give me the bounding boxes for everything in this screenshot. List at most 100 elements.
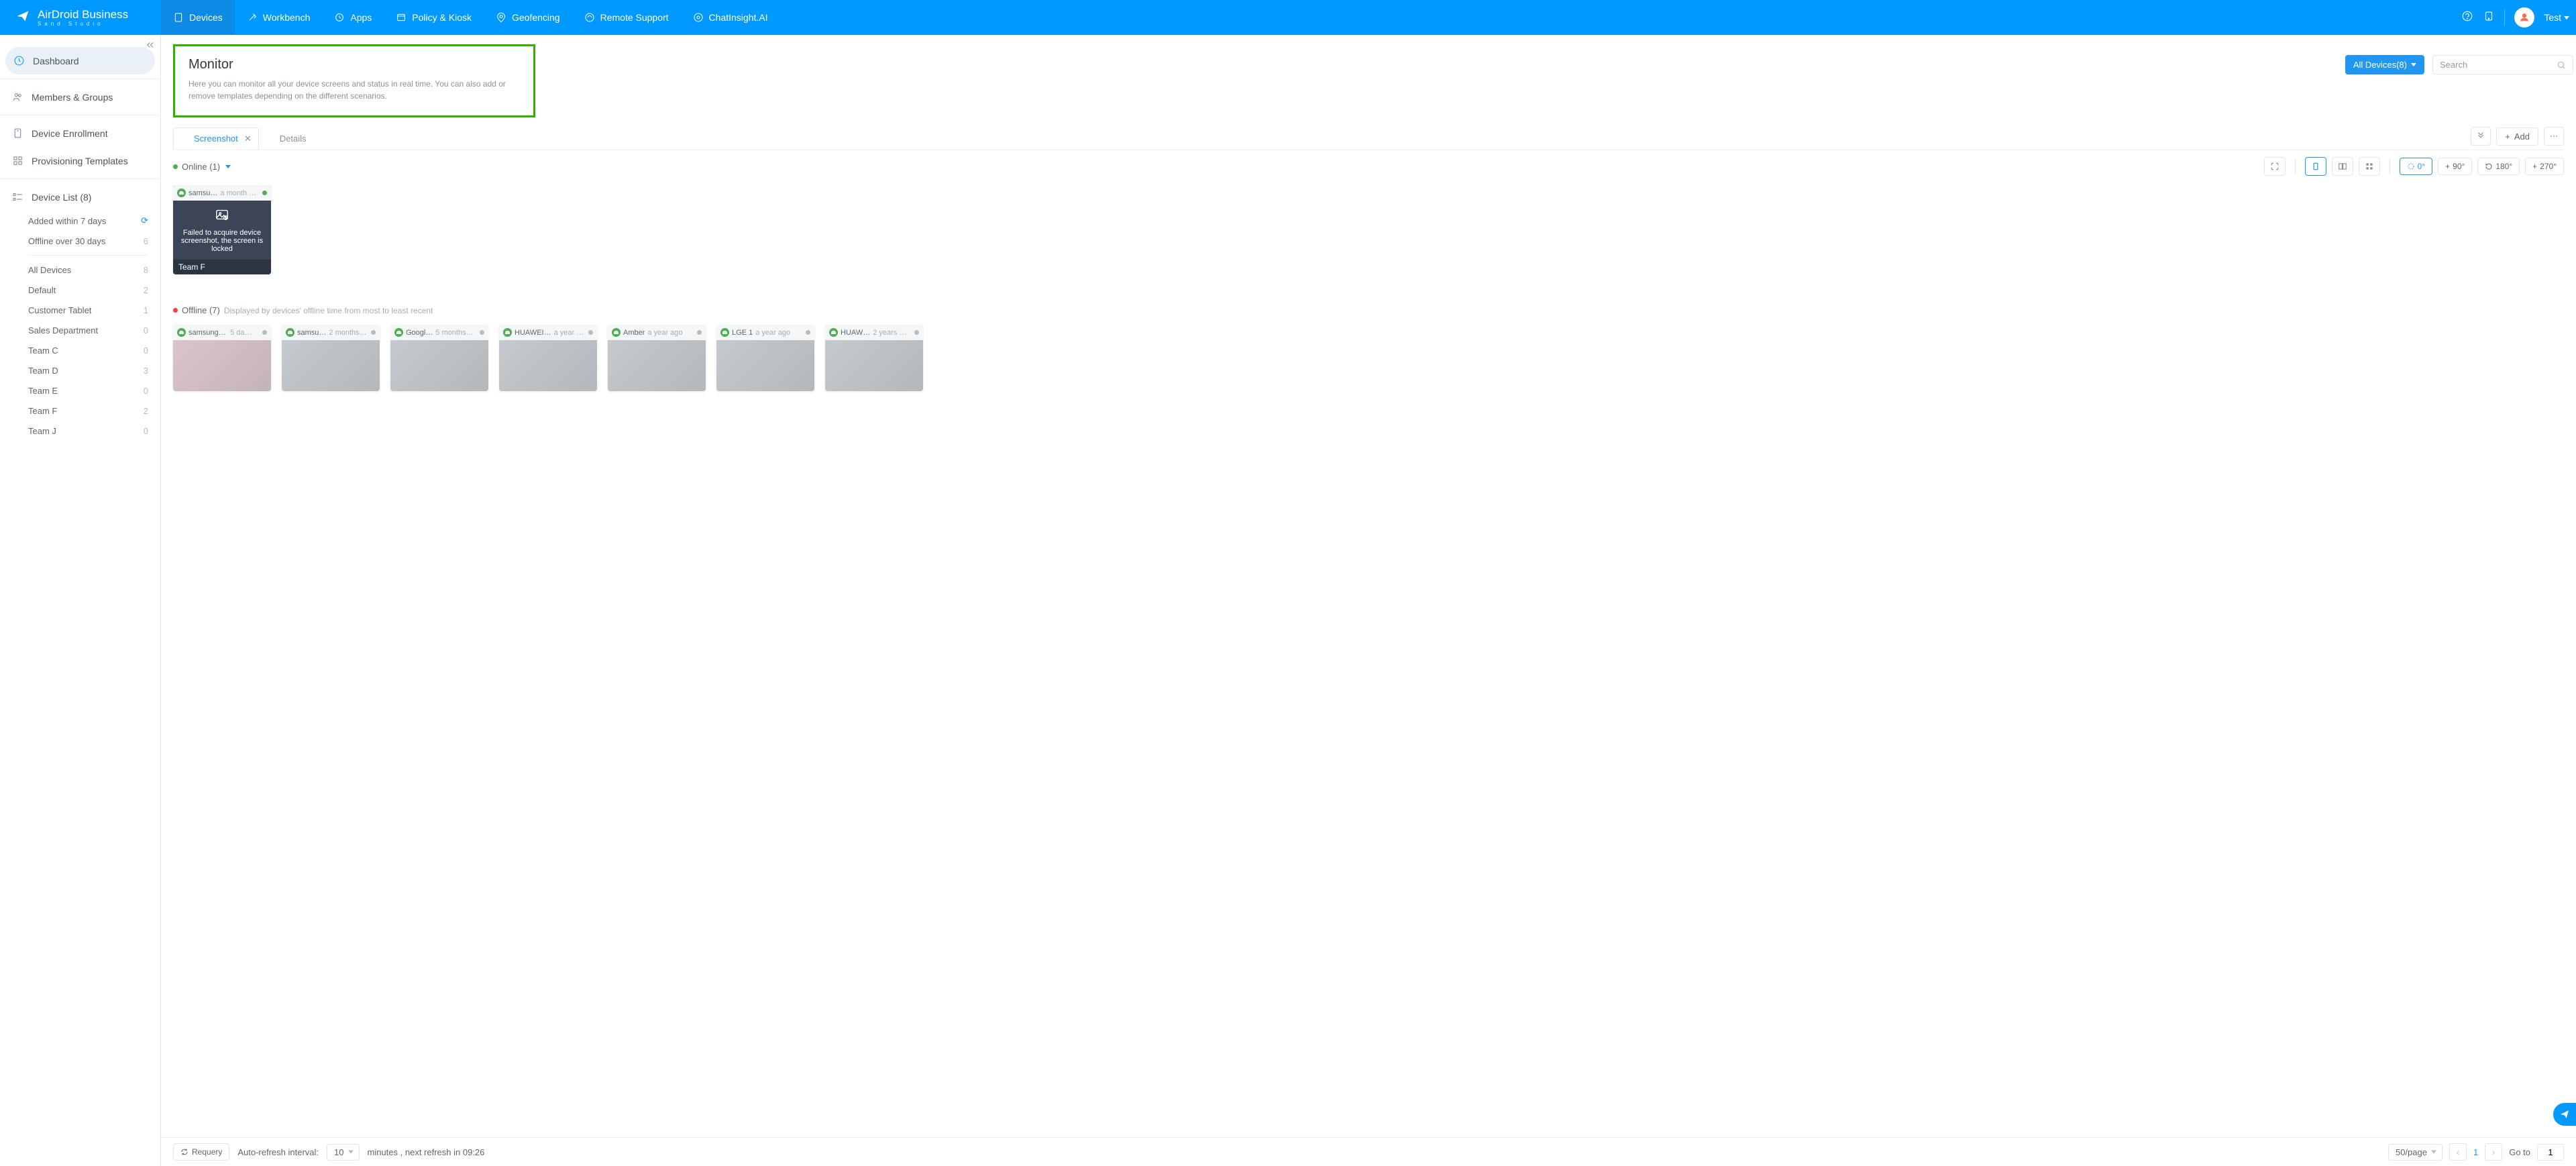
rotate-270-button[interactable]: +270° xyxy=(2525,158,2564,175)
user-avatar[interactable] xyxy=(2514,7,2534,28)
brand-logo[interactable]: AirDroid Business Sand Studio xyxy=(0,9,161,27)
close-icon[interactable]: ✕ xyxy=(244,134,252,144)
nav-devices-label: Devices xyxy=(189,12,223,23)
fullscreen-button[interactable] xyxy=(2264,157,2286,176)
device-card[interactable]: LGE 1a year ago xyxy=(716,325,814,391)
device-card[interactable]: Googl…5 months … xyxy=(390,325,488,391)
offline-note: Displayed by devices' offline time from … xyxy=(224,306,433,315)
help-icon[interactable] xyxy=(2461,10,2473,25)
divider xyxy=(2504,9,2505,25)
sidebar-sub-label: Team J xyxy=(28,426,56,436)
add-button[interactable]: +Add xyxy=(2496,127,2538,146)
sidebar-sub-item[interactable]: Team C0 xyxy=(0,340,160,360)
search-input[interactable]: Search xyxy=(2432,55,2573,74)
all-devices-dropdown[interactable]: All Devices(8) xyxy=(2345,55,2424,74)
sidebar-item-members[interactable]: Members & Groups xyxy=(0,83,160,111)
interval-select[interactable]: 10 xyxy=(327,1144,359,1161)
nav-devices[interactable]: Devices xyxy=(161,0,235,35)
android-icon xyxy=(829,328,838,337)
sidebar-templates-label: Provisioning Templates xyxy=(32,156,128,166)
device-time: 2 months… xyxy=(329,329,366,337)
footer-bar: Requery Auto-refresh interval: 10 minute… xyxy=(161,1137,2576,1166)
device-screenshot-area xyxy=(173,340,271,391)
sidebar-sub-label: Added within 7 days xyxy=(28,216,106,226)
sidebar-sub-item[interactable]: Team E 0 xyxy=(0,380,160,401)
tab-details[interactable]: Details xyxy=(259,127,327,149)
nav-geofencing[interactable]: Geofencing xyxy=(484,0,572,35)
view-single-button[interactable] xyxy=(2305,157,2326,176)
nav-apps[interactable]: Apps xyxy=(322,0,384,35)
online-device-cards: samsu… a month … Failed to acquire devic… xyxy=(161,182,2576,286)
android-icon xyxy=(612,328,621,337)
online-status-filter[interactable]: Online (1) xyxy=(173,162,231,172)
device-card[interactable]: samsu…2 months… xyxy=(282,325,380,391)
prev-page-button[interactable]: ‹ xyxy=(2449,1143,2467,1161)
sidebar-sub-label: Sales Department xyxy=(28,325,98,335)
sidebar-sub-label: Offline over 30 days xyxy=(28,236,105,246)
page-description: Here you can monitor all your device scr… xyxy=(189,78,520,102)
sidebar-members-label: Members & Groups xyxy=(32,92,113,103)
device-screenshot-area xyxy=(390,340,488,391)
notifications-icon[interactable] xyxy=(2483,10,2495,25)
sidebar-sub-item[interactable]: Default2 xyxy=(0,280,160,300)
sidebar-sub-label: Customer Tablet xyxy=(28,305,91,315)
nav-geofencing-label: Geofencing xyxy=(512,12,560,23)
collapse-all-button[interactable] xyxy=(2471,127,2491,146)
view-grid-button[interactable] xyxy=(2359,157,2380,176)
device-name: samsung d… xyxy=(189,329,227,337)
rotate-0-button[interactable]: 0° xyxy=(2400,158,2432,175)
interval-value: 10 xyxy=(334,1147,343,1157)
caret-down-icon xyxy=(2411,63,2416,66)
device-card[interactable]: samsung d…5 da… xyxy=(173,325,271,391)
device-time: 5 months … xyxy=(435,329,474,337)
nav-workbench[interactable]: Workbench xyxy=(235,0,323,35)
perpage-select[interactable]: 50/page xyxy=(2388,1144,2443,1161)
goto-page-input[interactable] xyxy=(2537,1144,2564,1161)
device-card-header: Ambera year ago xyxy=(608,325,706,340)
float-send-button[interactable] xyxy=(2553,1103,2576,1126)
status-dot-icon xyxy=(262,191,267,195)
sidebar-sub-label: Team D xyxy=(28,366,58,376)
nav-remote-support[interactable]: Remote Support xyxy=(572,0,681,35)
status-dot-icon xyxy=(262,330,267,335)
tab-screenshot[interactable]: Screenshot✕ xyxy=(173,127,259,150)
device-card[interactable]: samsu… a month … Failed to acquire devic… xyxy=(173,185,271,274)
sidebar-devicelist-label: Device List (8) xyxy=(32,192,91,203)
sidebar-sub-item[interactable]: All Devices8 xyxy=(0,260,160,280)
sidebar-sub-item[interactable]: Sales Department0 xyxy=(0,320,160,340)
more-options-button[interactable] xyxy=(2544,127,2564,146)
collapse-sidebar-button[interactable] xyxy=(146,40,155,53)
device-card[interactable]: HUAW…2 years … xyxy=(825,325,923,391)
sidebar-sub-item[interactable]: Team D3 xyxy=(0,360,160,380)
top-navigation: Devices Workbench Apps Policy & Kiosk Ge… xyxy=(161,0,780,35)
sidebar-sub-item[interactable]: Added within 7 days⟳ xyxy=(0,211,160,231)
device-card[interactable]: Ambera year ago xyxy=(608,325,706,391)
user-name-label: Test xyxy=(2544,12,2561,23)
plus-icon: + xyxy=(2532,162,2537,171)
sidebar-item-dashboard[interactable]: Dashboard xyxy=(5,47,155,74)
sidebar-sub-item[interactable]: Customer Tablet1 xyxy=(0,300,160,320)
rotate-180-button[interactable]: 180° xyxy=(2477,158,2520,175)
sidebar-sub-count: 6 xyxy=(144,236,148,246)
sidebar-sub-count: 0 xyxy=(144,386,148,396)
sidebar-sub-item[interactable]: Team J0 xyxy=(0,421,160,441)
sidebar-sub-count: 2 xyxy=(144,285,148,295)
device-screenshot-area xyxy=(608,340,706,391)
offline-section-header[interactable]: Offline (7) Displayed by devices' offlin… xyxy=(161,300,2576,322)
user-menu[interactable]: Test xyxy=(2544,12,2569,23)
nav-chatinsight[interactable]: ChatInsight.AI xyxy=(681,0,780,35)
view-split-button[interactable] xyxy=(2332,157,2353,176)
sidebar-sub-label: Team E xyxy=(28,386,58,396)
nav-policy[interactable]: Policy & Kiosk xyxy=(384,0,484,35)
sidebar-sub-item[interactable]: Team F2 xyxy=(0,401,160,421)
sidebar-sub-item[interactable]: Offline over 30 days 6 xyxy=(0,231,160,251)
sidebar-item-enrollment[interactable]: Device Enrollment xyxy=(0,119,160,147)
nav-workbench-label: Workbench xyxy=(263,12,311,23)
rotate-90-button[interactable]: +90° xyxy=(2438,158,2472,175)
sidebar-device-list-header[interactable]: Device List (8) xyxy=(0,183,160,211)
device-card[interactable]: HUAWEI…a year … xyxy=(499,325,597,391)
sidebar-sub-label: Team C xyxy=(28,346,58,356)
sidebar-item-templates[interactable]: Provisioning Templates xyxy=(0,147,160,174)
next-page-button[interactable]: › xyxy=(2485,1143,2502,1161)
requery-button[interactable]: Requery xyxy=(173,1143,229,1161)
